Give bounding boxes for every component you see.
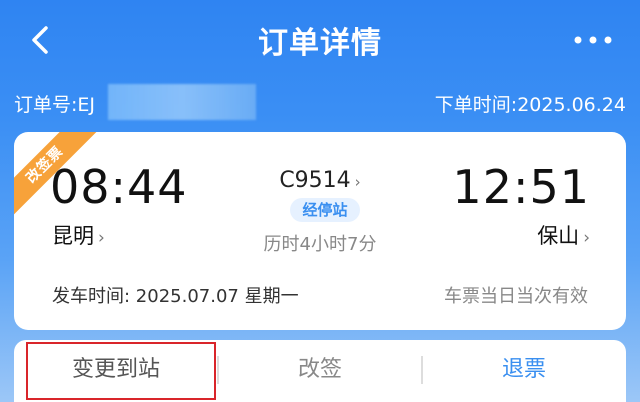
page-title: 订单详情 [258,26,382,61]
more-button[interactable] [568,30,618,50]
reschedule-button[interactable]: 改签 [240,352,400,388]
train-number-label: C9514 [279,168,351,193]
action-bar: 变更到站 改签 退票 [14,340,626,402]
ticket-card: 改签票 08:44 昆明 › C9514 › 经停站 历时4小时7分 12:51 保… [14,132,626,330]
header-bar: 订单详情 [0,0,640,80]
refund-button[interactable]: 退票 [444,352,604,388]
stops-button[interactable]: 经停站 [290,198,360,222]
trip-duration: 历时4小时7分 [263,234,377,255]
divider [421,356,423,384]
divider [217,356,219,384]
order-info-bar: 订单号:EJ 下单时间:2025.06.24 [0,84,640,120]
more-dots-icon [574,36,612,44]
order-number: 订单号:EJ [14,94,96,116]
arrival-station[interactable]: 保山 › [537,220,590,250]
arrival-station-label: 保山 [537,224,580,248]
order-time: 下单时间:2025.06.24 [434,94,626,116]
arrival-time: 12:51 [452,160,590,214]
app-root: 订单详情 订单号:EJ 下单时间:2025.06.24 改签票 08:44 昆明… [0,0,640,402]
chevron-right-icon: › [354,173,361,191]
ticket-validity: 车票当日当次有效 [444,286,588,307]
change-station-button[interactable]: 变更到站 [36,352,196,388]
departure-date: 发车时间: 2025.07.07 星期一 [52,286,299,307]
chevron-right-icon: › [583,228,590,248]
order-number-redaction [108,84,256,120]
